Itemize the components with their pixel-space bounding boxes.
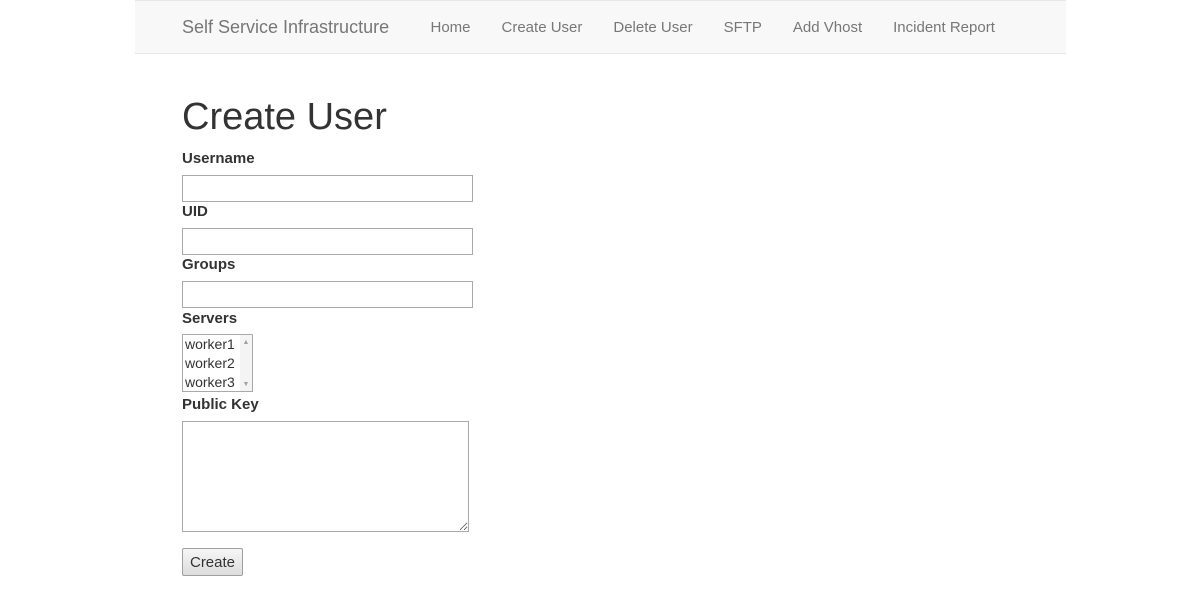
scroll-up-arrow-icon[interactable]: ▲ <box>240 337 252 349</box>
nav-link-incident-report[interactable]: Incident Report <box>878 19 1011 36</box>
nav-link-add-vhost[interactable]: Add Vhost <box>777 19 877 36</box>
server-option-worker2[interactable]: worker2 <box>185 354 235 372</box>
uid-input[interactable] <box>182 228 473 255</box>
server-option-worker1[interactable]: worker1 <box>185 335 235 353</box>
nav-link-create-user[interactable]: Create User <box>486 19 598 36</box>
username-input[interactable] <box>182 175 473 202</box>
public-key-label: Public Key <box>182 396 259 413</box>
nav-link-sftp[interactable]: SFTP <box>708 19 777 36</box>
page-title: Create User <box>182 96 387 138</box>
server-option-worker3[interactable]: worker3 <box>185 373 235 391</box>
servers-label: Servers <box>182 310 238 327</box>
nav-link-home[interactable]: Home <box>415 19 486 36</box>
public-key-textarea[interactable] <box>182 421 469 532</box>
servers-select[interactable]: worker1 worker2 worker3 ▲ ▼ <box>182 334 253 392</box>
username-label: Username <box>182 150 255 167</box>
groups-label: Groups <box>182 256 236 273</box>
create-button[interactable]: Create <box>182 548 243 576</box>
uid-label: UID <box>182 203 208 220</box>
groups-input[interactable] <box>182 281 473 308</box>
servers-scrollbar[interactable]: ▲ ▼ <box>240 335 252 391</box>
nav-links: Home Create User Delete User SFTP Add Vh… <box>415 1 1010 53</box>
navbar: Self Service Infrastructure Home Create … <box>135 0 1066 54</box>
nav-link-delete-user[interactable]: Delete User <box>598 19 708 36</box>
scroll-down-arrow-icon[interactable]: ▼ <box>240 379 252 391</box>
navbar-brand[interactable]: Self Service Infrastructure <box>182 17 389 38</box>
